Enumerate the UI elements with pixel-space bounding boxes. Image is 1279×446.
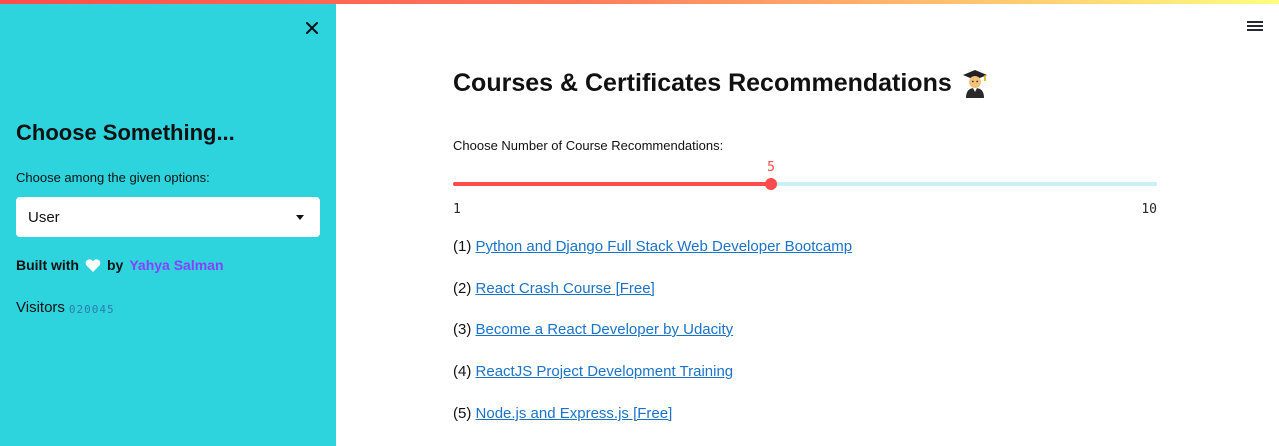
page-title: Courses & Certificates Recommendations — [453, 68, 988, 98]
close-sidebar-button[interactable] — [300, 16, 324, 40]
slider-track-fill — [453, 182, 771, 186]
sidebar-title: Choose Something... — [16, 120, 235, 145]
course-index: (3) — [453, 321, 472, 338]
close-icon — [306, 22, 318, 34]
slider-label: Choose Number of Course Recommendations: — [453, 138, 724, 153]
slider-min-label: 1 — [453, 202, 461, 217]
visitors-counter: Visitors 020045 — [16, 299, 115, 316]
by-text: by — [107, 257, 124, 273]
course-item: (4) ReactJS Project Development Training — [453, 363, 733, 380]
built-with-credit: Built with by Yahya Salman — [16, 257, 224, 273]
course-item: (5) Node.js and Express.js [Free] — [453, 405, 672, 422]
author-link[interactable]: Yahya Salman — [129, 257, 223, 273]
course-item: (3) Become a React Developer by Udacity — [453, 321, 733, 338]
course-item: (2) React Crash Course [Free] — [453, 280, 655, 297]
course-count-slider[interactable]: 5 1 10 — [453, 160, 1157, 217]
course-link[interactable]: Python and Django Full Stack Web Develop… — [476, 238, 853, 255]
hamburger-menu-icon — [1247, 21, 1265, 31]
select-value: User — [28, 208, 60, 226]
course-index: (5) — [453, 405, 472, 422]
top-decoration-bar — [0, 0, 1279, 4]
slider-value-label: 5 — [767, 160, 775, 175]
role-select[interactable]: User — [16, 197, 320, 237]
visitors-count: 020045 — [68, 302, 115, 316]
course-link[interactable]: ReactJS Project Development Training — [476, 363, 734, 380]
course-index: (1) — [453, 238, 472, 255]
course-item: (1) Python and Django Full Stack Web Dev… — [453, 238, 852, 255]
course-index: (4) — [453, 363, 472, 380]
hamburger-menu-button[interactable] — [1247, 19, 1265, 35]
course-index: (2) — [453, 280, 472, 297]
graduate-emoji-icon — [962, 70, 987, 98]
visitors-label: Visitors — [16, 299, 65, 316]
slider-thumb[interactable] — [765, 178, 777, 190]
course-link[interactable]: Node.js and Express.js [Free] — [476, 405, 673, 422]
sidebar: Choose Something... Choose among the giv… — [0, 0, 336, 446]
course-link[interactable]: Become a React Developer by Udacity — [476, 321, 734, 338]
chevron-down-icon — [296, 214, 304, 220]
page-title-text: Courses & Certificates Recommendations — [453, 68, 952, 97]
built-with-text: Built with — [16, 257, 79, 273]
heart-icon — [85, 258, 101, 272]
slider-max-label: 10 — [1141, 202, 1157, 217]
select-label: Choose among the given options: — [16, 170, 210, 185]
course-link[interactable]: React Crash Course [Free] — [476, 280, 655, 297]
